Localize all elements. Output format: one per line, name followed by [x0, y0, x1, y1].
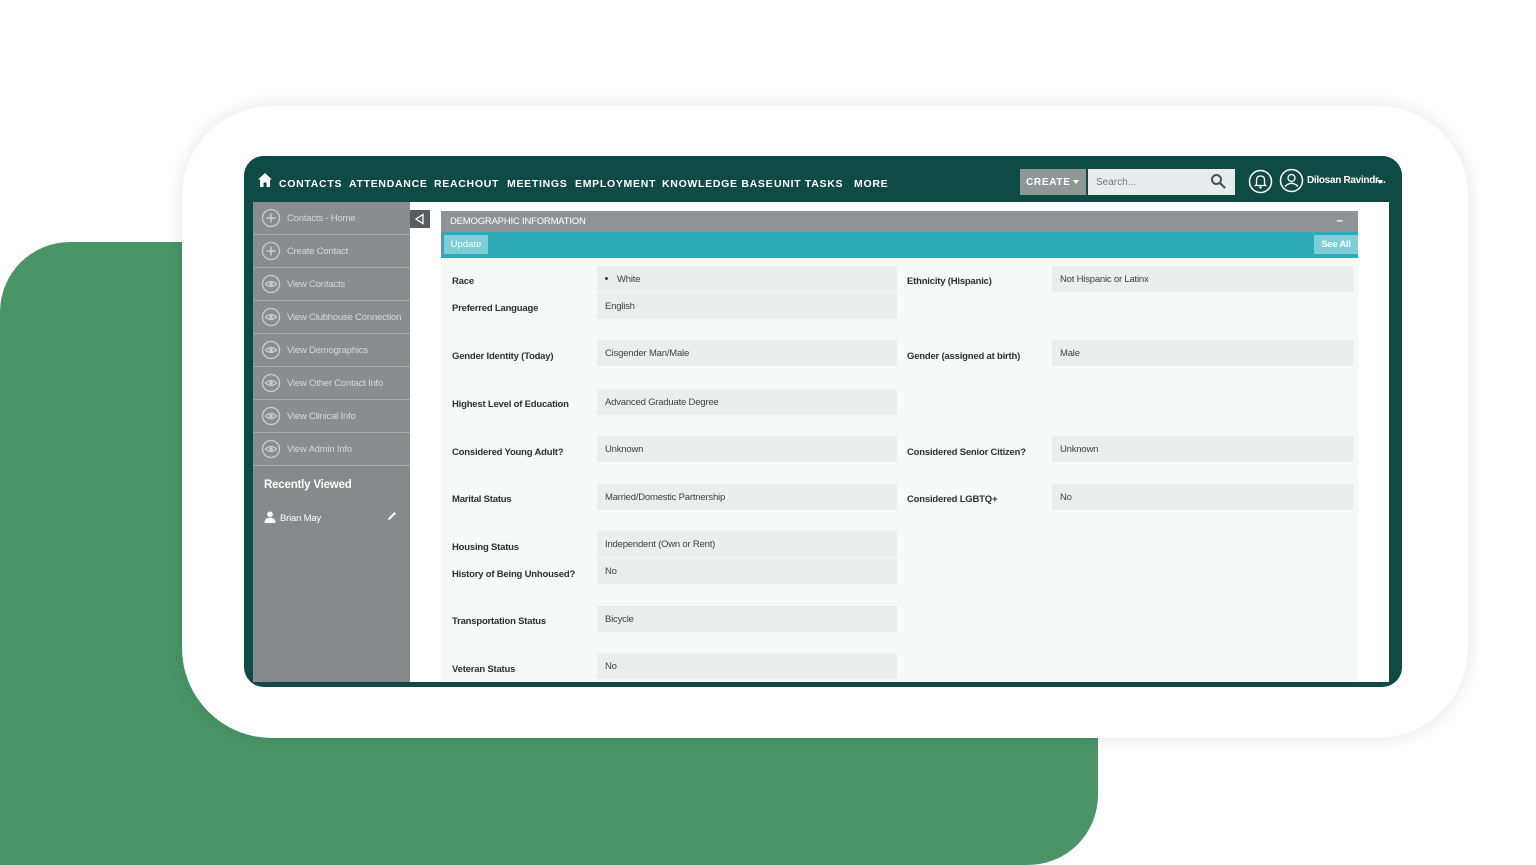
sidebar-item-label: View Other Contact Info	[287, 378, 384, 389]
sidebar-item-view-admin-info[interactable]: View Admin Info	[253, 433, 410, 466]
field-label-housing-status: Housing Status	[452, 542, 519, 553]
panel-action-bar: Update See All	[441, 232, 1358, 258]
see-all-button[interactable]: See All	[1314, 235, 1358, 254]
field-value-transportation: Bicycle	[597, 606, 897, 632]
nav-item-contacts[interactable]: CONTACTS	[279, 178, 342, 190]
eye-icon	[261, 274, 281, 294]
recent-item-link[interactable]: Brian May	[280, 513, 321, 524]
top-navigation-bar: CONTACTS ATTENDANCE REACHOUT MEETINGS EM…	[244, 156, 1402, 202]
nav-item-attendance[interactable]: ATTENDANCE	[349, 178, 428, 190]
nav-item-more[interactable]: MORE	[854, 178, 888, 190]
sidebar-item-view-clinical-info[interactable]: View Clinical Info	[253, 400, 410, 433]
field-label-gender-at-birth: Gender (assigned at birth)	[907, 351, 1021, 362]
field-label-unhoused-history: History of Being Unhoused?	[452, 569, 576, 580]
sidebar-item-view-clubhouse-connection[interactable]: View Clubhouse Connection	[253, 301, 410, 334]
field-value-marital-status: Married/Domestic Partnership	[597, 484, 897, 510]
sidebar-item-label: View Clinical Info	[287, 411, 356, 422]
sidebar-item-label: Contacts - Home	[287, 213, 356, 224]
field-value-lgbtq: No	[1052, 484, 1354, 510]
field-value-gender-at-birth: Male	[1052, 340, 1354, 366]
sidebar-collapse-button[interactable]	[410, 210, 430, 228]
eye-icon	[261, 307, 281, 327]
create-dropdown-button[interactable]: CREATE	[1020, 169, 1086, 195]
field-label-senior-citizen: Considered Senior Citizen?	[907, 447, 1026, 458]
home-icon[interactable]	[257, 172, 273, 188]
field-label-ethnicity: Ethnicity (Hispanic)	[907, 276, 992, 287]
update-button[interactable]: Update	[444, 235, 488, 254]
sidebar: Contacts - Home Create Contact View Cont…	[253, 202, 410, 682]
field-value-education: Advanced Graduate Degree	[597, 389, 897, 415]
notification-bell-icon[interactable]	[1248, 169, 1273, 194]
nav-item-meetings[interactable]: MEETINGS	[507, 178, 567, 190]
field-value-gender-identity: Cisgender Man/Male	[597, 340, 897, 366]
sidebar-item-label: View Admin Info	[287, 444, 352, 455]
field-label-veteran-status: Veteran Status	[452, 664, 516, 675]
demographics-form: Race White Ethnicity (Hispanic) Not Hisp…	[441, 258, 1358, 682]
field-value-race-text: White	[617, 274, 641, 285]
plus-circle-icon	[261, 241, 281, 261]
eye-icon	[261, 439, 281, 459]
search-icon[interactable]	[1210, 173, 1226, 189]
field-label-transportation: Transportation Status	[452, 616, 546, 627]
user-avatar-icon[interactable]	[1279, 168, 1304, 193]
sidebar-item-view-other-contact-info[interactable]: View Other Contact Info	[253, 367, 410, 400]
field-label-race: Race	[452, 276, 474, 287]
nav-item-unit-tasks[interactable]: UNIT TASKS	[774, 178, 843, 190]
field-label-gender-identity: Gender Identity (Today)	[452, 351, 554, 362]
panel-title: DEMOGRAPHIC INFORMATION	[450, 216, 586, 227]
bullet-icon	[605, 276, 608, 280]
field-label-marital-status: Marital Status	[452, 494, 512, 505]
nav-item-employment[interactable]: EMPLOYMENT	[575, 178, 656, 190]
field-value-housing-status: Independent (Own or Rent)	[597, 531, 897, 557]
create-button-label: CREATE	[1026, 176, 1071, 188]
user-menu-name[interactable]: Dilosan Ravindr...	[1307, 175, 1386, 186]
field-label-lgbtq: Considered LGBTQ+	[907, 494, 998, 505]
sidebar-item-view-demographics[interactable]: View Demographics	[253, 334, 410, 367]
recently-viewed-heading: Recently Viewed	[264, 479, 352, 491]
user-menu-chevron-icon[interactable]	[1377, 180, 1383, 184]
eye-icon	[261, 373, 281, 393]
field-label-young-adult: Considered Young Adult?	[452, 447, 564, 458]
main-content: DEMOGRAPHIC INFORMATION – Update See All…	[410, 202, 1389, 682]
app-window: CONTACTS ATTENDANCE REACHOUT MEETINGS EM…	[244, 156, 1402, 687]
sidebar-item-view-contacts[interactable]: View Contacts	[253, 268, 410, 301]
sidebar-item-label: View Clubhouse Connection	[287, 312, 402, 323]
sidebar-item-label: View Demographics	[287, 345, 368, 356]
sidebar-item-create-contact[interactable]: Create Contact	[253, 235, 410, 268]
field-value-ethnicity: Not Hispanic or Latinx	[1052, 266, 1354, 292]
plus-circle-icon	[261, 208, 281, 228]
field-value-veteran-status: No	[597, 653, 897, 679]
field-label-preferred-language: Preferred Language	[452, 303, 539, 314]
sidebar-item-label: Create Contact	[287, 246, 349, 257]
window-right-edge	[1389, 202, 1402, 682]
field-value-young-adult: Unknown	[597, 436, 897, 462]
chevron-down-icon	[1073, 180, 1079, 184]
marketing-stage: CONTACTS ATTENDANCE REACHOUT MEETINGS EM…	[0, 0, 1536, 865]
field-label-education: Highest Level of Education	[452, 399, 569, 410]
field-value-senior-citizen: Unknown	[1052, 436, 1354, 462]
sidebar-item-label: View Contacts	[287, 279, 345, 290]
field-value-preferred-language: English	[597, 293, 897, 319]
sidebar-item-contacts-home[interactable]: Contacts - Home	[253, 202, 410, 235]
field-value-race: White	[597, 266, 897, 292]
field-value-unhoused-history: No	[597, 558, 897, 584]
nav-item-knowledge-base[interactable]: KNOWLEDGE BASE	[662, 178, 773, 190]
person-icon	[264, 511, 276, 523]
panel-header: DEMOGRAPHIC INFORMATION –	[441, 211, 1358, 232]
eye-icon	[261, 340, 281, 360]
nav-item-reachout[interactable]: REACHOUT	[434, 178, 499, 190]
eye-icon	[261, 406, 281, 426]
pencil-edit-icon[interactable]	[386, 510, 398, 522]
collapse-left-icon	[414, 213, 424, 225]
minimize-icon[interactable]: –	[1336, 213, 1343, 227]
